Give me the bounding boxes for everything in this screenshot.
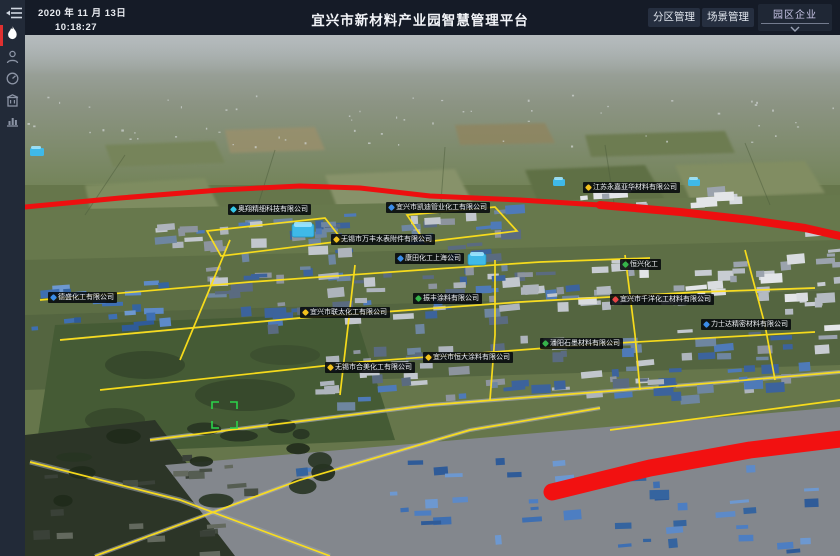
company-label[interactable]: 宜兴市恒大涂料有限公司 (423, 352, 513, 363)
marker-icon (230, 206, 237, 213)
company-label[interactable]: 康田化工上海公司 (395, 253, 464, 264)
company-label-text: 宜兴市凯迪管业化工有限公司 (396, 204, 487, 211)
company-label[interactable]: 奥翔精细科技有限公司 (228, 204, 311, 215)
marker-icon (388, 204, 395, 211)
top-header: 2020 年 11 月 13日 10:18:27 宜兴市新材料产业园智慧管理平台… (0, 0, 840, 35)
marker-icon (333, 236, 340, 243)
company-label-text: 宜兴市恒大涂料有限公司 (433, 354, 510, 361)
current-date: 2020 年 11 月 13日 (38, 5, 126, 19)
marker-icon (397, 255, 404, 262)
company-label[interactable]: 恒兴化工 (620, 259, 661, 270)
company-label[interactable]: 宜兴市联太化工有限公司 (300, 307, 390, 318)
sidebar-item-stats[interactable] (0, 112, 25, 134)
marker-icon (612, 296, 619, 303)
marker-icon (50, 294, 57, 301)
company-label[interactable]: 无锡市万丰水表附件有限公司 (331, 234, 435, 245)
current-time: 10:18:27 (55, 22, 126, 33)
company-label-text: 江苏永嘉亚华材料有限公司 (593, 184, 677, 191)
flame-icon (6, 26, 19, 41)
company-label-text: 宜兴市联太化工有限公司 (310, 309, 387, 316)
sidebar-item-fire[interactable] (0, 24, 25, 46)
company-label-text: 恒兴化工 (630, 261, 658, 268)
company-label-text: 振丰涂料有限公司 (423, 295, 479, 302)
haze-overlay (25, 35, 840, 75)
park-enterprise-dropdown[interactable]: 园区企业 (758, 4, 832, 31)
company-label-text: 德盛化工有限公司 (58, 294, 114, 301)
marker-icon (302, 309, 309, 316)
company-label[interactable]: 德盛化工有限公司 (48, 292, 117, 303)
page-title: 宜兴市新材料产业园智慧管理平台 (311, 9, 529, 29)
marker-icon (327, 364, 334, 371)
company-label[interactable]: 宜兴市凯迪管业化工有限公司 (386, 202, 490, 213)
scene-management-button[interactable]: 场景管理 (702, 8, 754, 27)
marker-icon (542, 340, 549, 347)
marker-icon (703, 321, 710, 328)
company-label[interactable]: 潘阳石墨材料有限公司 (540, 338, 623, 349)
marker-icon (585, 184, 592, 191)
dropdown-label: 园区企业 (758, 4, 832, 21)
divider (761, 23, 829, 24)
left-sidebar (0, 0, 25, 556)
company-label-text: 无锡市万丰水表附件有限公司 (341, 236, 432, 243)
marker-icon (622, 261, 629, 268)
company-label-text: 宜兴市千洋化工材料有限公司 (620, 296, 711, 303)
dial-icon (6, 72, 19, 85)
user-icon (6, 50, 19, 64)
sidebar-item-dial[interactable] (0, 70, 25, 92)
marker-icon (415, 295, 422, 302)
datetime-block: 2020 年 11 月 13日 10:18:27 (38, 5, 126, 33)
company-label[interactable]: 宜兴市千洋化工材料有限公司 (610, 294, 714, 305)
bar-chart-icon (6, 114, 19, 127)
chevron-down-icon (790, 26, 800, 32)
building-icon (6, 94, 19, 107)
company-label-text: 无锡市合美化工有限公司 (335, 364, 412, 371)
company-label-text: 奥翔精细科技有限公司 (238, 206, 308, 213)
company-label[interactable]: 力士达精密材料有限公司 (701, 319, 791, 330)
company-label-text: 潘阳石墨材料有限公司 (550, 340, 620, 347)
smart-park-platform: { "header": { "date": "2020 年 11 月 13日",… (0, 0, 840, 556)
company-label[interactable]: 江苏永嘉亚华材料有限公司 (583, 182, 680, 193)
company-label[interactable]: 振丰涂料有限公司 (413, 293, 482, 304)
zone-management-button[interactable]: 分区管理 (648, 8, 700, 27)
company-label-text: 力士达精密材料有限公司 (711, 321, 788, 328)
company-label-text: 康田化工上海公司 (405, 255, 461, 262)
menu-icon[interactable] (6, 6, 23, 20)
marker-icon (425, 354, 432, 361)
sidebar-item-user[interactable] (0, 48, 25, 70)
sidebar-item-building[interactable] (0, 92, 25, 114)
company-label[interactable]: 无锡市合美化工有限公司 (325, 362, 415, 373)
